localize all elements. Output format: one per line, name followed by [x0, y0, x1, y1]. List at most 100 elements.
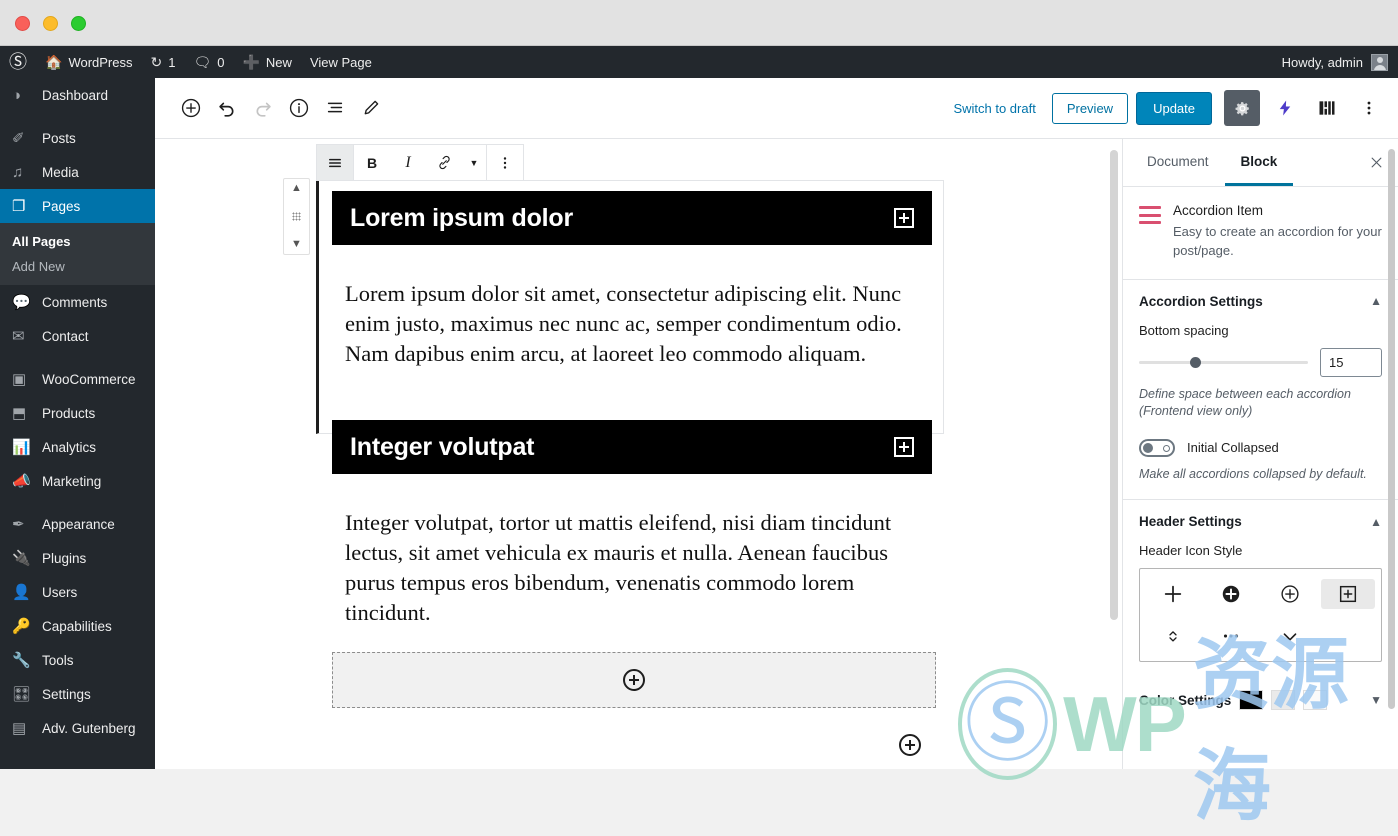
plus-square-icon[interactable]	[894, 437, 914, 457]
adminbar-wp-logo[interactable]: Ⓢ	[0, 46, 36, 78]
sidebar-item-products[interactable]: ⬒ Products	[0, 396, 155, 430]
more-menu-button[interactable]	[1352, 91, 1386, 125]
accordion-title-2[interactable]: Integer volutpat	[350, 433, 535, 462]
sidebar-item-media[interactable]: ♫ Media	[0, 155, 155, 189]
plug-icon: 🔌	[12, 549, 31, 567]
sidebar-item-tools[interactable]: 🔧 Tools	[0, 643, 155, 677]
adminbar-new-label: New	[265, 54, 292, 70]
block-manager-button[interactable]	[1310, 91, 1344, 125]
bold-button[interactable]: B	[354, 145, 390, 180]
accordion-body-2[interactable]: Integer volutpat, tortor ut mattis eleif…	[345, 508, 928, 628]
accordion-title-1[interactable]: Lorem ipsum dolor	[350, 204, 573, 233]
adminbar-howdy: Howdy, admin	[1281, 54, 1363, 70]
tab-block[interactable]: Block	[1224, 139, 1294, 186]
icon-choice-plus-square[interactable]	[1320, 579, 1375, 610]
accordion-body-1[interactable]: Lorem ipsum dolor sit amet, consectetur …	[345, 279, 928, 369]
icon-choice-ellipsis[interactable]	[1204, 621, 1258, 651]
move-up-button[interactable]: ▲	[291, 183, 302, 194]
sidebar-item-users[interactable]: 👤 Users	[0, 575, 155, 609]
sidebar-item-pages[interactable]: ❐ Pages	[0, 189, 155, 223]
adminbar-view-page[interactable]: View Page	[301, 46, 381, 78]
sidebar-item-adv-gutenberg[interactable]: ▤ Adv. Gutenberg	[0, 711, 155, 745]
update-button[interactable]: Update	[1136, 91, 1212, 125]
block-type-button[interactable]	[317, 145, 353, 180]
redo-button[interactable]	[245, 90, 281, 126]
box-icon: ⬒	[12, 404, 27, 422]
adminbar-account-area[interactable]: Howdy, admin	[1281, 53, 1398, 71]
sidebar-item-settings[interactable]: 🎛 Settings	[0, 677, 155, 711]
edit-mode-button[interactable]	[353, 90, 389, 126]
sidebar-item-woocommerce[interactable]: ▣ WooCommerce	[0, 362, 155, 396]
sidebar-item-appearance[interactable]: ✒ Appearance	[0, 507, 155, 541]
accordion-header-1[interactable]: Lorem ipsum dolor	[332, 191, 932, 245]
adminbar-comments[interactable]: 🗨 0	[184, 46, 233, 78]
block-more-options-button[interactable]	[487, 145, 523, 180]
icon-choice-plus[interactable]	[1146, 579, 1200, 609]
accordion-header-2[interactable]: Integer volutpat	[332, 420, 932, 474]
more-formats-button[interactable]: ▼	[462, 145, 486, 180]
sidebar-item-marketing[interactable]: 📣 Marketing	[0, 464, 155, 498]
preview-button[interactable]: Preview	[1051, 92, 1129, 124]
block-navigation-button[interactable]	[317, 90, 353, 126]
sidebar-subitem-all-pages[interactable]: All Pages	[0, 229, 155, 254]
adminbar-updates[interactable]: ↻ 1	[142, 46, 185, 78]
circle-plus-icon[interactable]	[899, 734, 921, 756]
global-block-appender[interactable]	[899, 734, 921, 761]
woocommerce-icon: ▣	[12, 370, 27, 388]
icon-choice-chevron-updown[interactable]	[1146, 621, 1200, 651]
window-minimize-button[interactable]	[43, 16, 58, 31]
adminbar-new[interactable]: ➕ New	[233, 46, 300, 78]
drag-handle-icon[interactable]	[292, 212, 301, 221]
add-block-button[interactable]	[173, 90, 209, 126]
sidebar-item-label: Dashboard	[42, 87, 109, 103]
window-maximize-button[interactable]	[71, 16, 86, 31]
tab-document[interactable]: Document	[1131, 139, 1225, 186]
block-appender-area[interactable]	[332, 652, 936, 708]
circle-plus-icon[interactable]	[623, 669, 645, 691]
move-down-button[interactable]: ▼	[291, 239, 302, 250]
accordion-settings-header[interactable]: Accordion Settings ▲	[1123, 280, 1398, 323]
header-settings-header[interactable]: Header Settings ▲	[1123, 500, 1398, 543]
ellipsis-icon	[1224, 634, 1239, 638]
link-button[interactable]	[426, 145, 462, 180]
undo-button[interactable]	[209, 90, 245, 126]
bottom-spacing-input[interactable]	[1320, 347, 1382, 377]
sidebar-item-contact[interactable]: ✉ Contact	[0, 319, 155, 353]
icon-choice-plus-circle-filled[interactable]	[1204, 579, 1258, 609]
bottom-spacing-help: Define space between each accordion (Fro…	[1139, 386, 1351, 419]
bottom-spacing-slider[interactable]	[1139, 356, 1308, 368]
sidebar-item-label: WooCommerce	[42, 371, 136, 387]
sidebar-item-label: Users	[42, 584, 78, 600]
plus-square-icon[interactable]	[894, 208, 914, 228]
sidebar-subitem-add-new[interactable]: Add New	[0, 254, 155, 279]
sidebar-item-capabilities[interactable]: 🔑 Capabilities	[0, 609, 155, 643]
content-info-button[interactable]	[281, 90, 317, 126]
icon-choice-empty	[1321, 621, 1375, 651]
settings-toggle-button[interactable]	[1224, 90, 1260, 126]
sidebar-item-plugins[interactable]: 🔌 Plugins	[0, 541, 155, 575]
italic-button[interactable]: I	[390, 145, 426, 180]
settings-sidebar-scrollbar[interactable]	[1388, 149, 1395, 709]
adminbar-site-name[interactable]: 🏠 WordPress	[36, 46, 142, 78]
switch-to-draft-button[interactable]: Switch to draft	[945, 95, 1043, 122]
sidebar-item-dashboard[interactable]: ◑ Dashboard	[0, 78, 155, 112]
sidebar-item-posts[interactable]: ✐ Posts	[0, 121, 155, 155]
icon-choice-chevron-down[interactable]	[1263, 621, 1317, 651]
canvas-scrollbar[interactable]	[1110, 150, 1118, 620]
sidebar-item-analytics[interactable]: 📊 Analytics	[0, 430, 155, 464]
settings-tabs: Document Block	[1123, 139, 1398, 187]
color-swatch-text[interactable]	[1303, 690, 1328, 711]
slider-thumb[interactable]	[1189, 356, 1201, 368]
initial-collapsed-toggle[interactable]	[1139, 438, 1175, 457]
page-icon: ❐	[12, 197, 26, 215]
gear-icon	[1235, 101, 1249, 115]
color-swatch-background[interactable]	[1239, 690, 1264, 711]
lightning-bolt-button[interactable]	[1268, 91, 1302, 125]
color-swatch-header[interactable]	[1271, 690, 1296, 711]
icon-choice-plus-circle-outline[interactable]	[1263, 579, 1317, 609]
block-card-title: Accordion Item	[1173, 203, 1264, 218]
window-close-button[interactable]	[15, 16, 30, 31]
sidebar-item-comments[interactable]: 💬 Comments	[0, 285, 155, 319]
redo-icon	[256, 102, 271, 117]
color-settings-header[interactable]: Color Settings ▼	[1123, 678, 1398, 722]
